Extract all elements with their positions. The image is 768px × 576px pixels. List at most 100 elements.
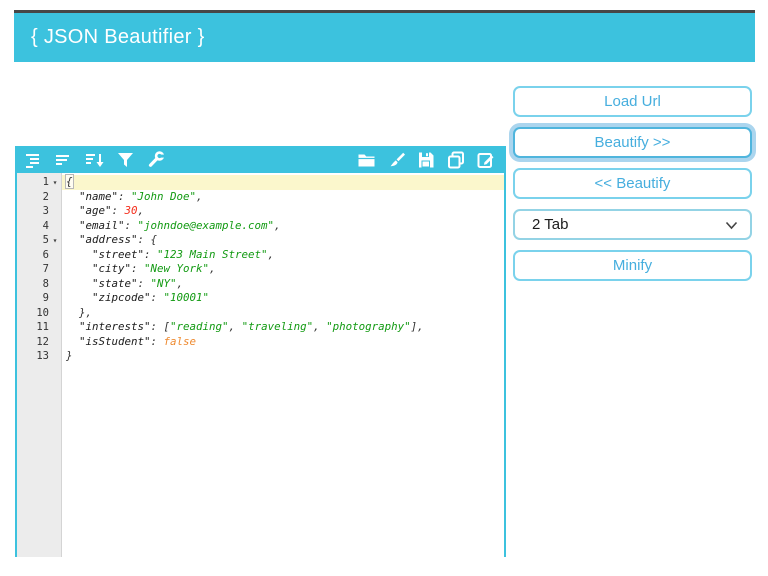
token-ws xyxy=(66,291,92,304)
line-number: 2 xyxy=(42,190,49,203)
line-number: 11 xyxy=(36,321,49,334)
code-line[interactable]: }, xyxy=(62,306,504,321)
token-punc: }, xyxy=(79,305,93,319)
token-key: "address" xyxy=(79,233,138,246)
load-url-button[interactable]: Load Url xyxy=(513,86,752,117)
token-str: "photography" xyxy=(326,320,411,333)
token-punc: : xyxy=(144,247,158,261)
token-ws xyxy=(66,248,92,261)
save-icon xyxy=(419,152,434,167)
code-line[interactable]: "interests": ["reading", "traveling", "p… xyxy=(62,320,504,335)
token-ws xyxy=(66,262,92,275)
token-bool: false xyxy=(163,334,197,348)
token-punc: , xyxy=(137,204,145,217)
line-number: 9 xyxy=(42,292,49,305)
token-ws xyxy=(66,335,79,348)
code-line[interactable]: "state": "NY", xyxy=(62,277,504,292)
format-indent-icon xyxy=(26,153,39,168)
token-punc: , xyxy=(228,320,242,333)
token-ws xyxy=(66,190,79,203)
line-number: 12 xyxy=(36,335,49,348)
save-button[interactable] xyxy=(416,151,436,169)
copy-button[interactable] xyxy=(446,151,466,169)
filter-button[interactable] xyxy=(115,151,135,169)
edit-button[interactable] xyxy=(476,151,496,169)
minify-button[interactable]: Minify xyxy=(513,250,752,281)
actions-panel: Load Url Beautify >> << Beautify 2 Tab M… xyxy=(513,86,752,281)
token-punc: { xyxy=(65,174,74,189)
token-punc: , xyxy=(176,276,184,290)
compact-icon xyxy=(56,154,69,165)
token-punc: } xyxy=(66,349,73,362)
token-punc: , xyxy=(209,262,216,275)
code-line[interactable]: "city": "New York", xyxy=(62,262,504,277)
token-str: "reading" xyxy=(170,320,229,333)
line-number: 4 xyxy=(42,219,49,232)
filter-icon xyxy=(117,152,133,167)
code-line[interactable]: } xyxy=(62,349,504,364)
token-key: "interests" xyxy=(79,320,151,333)
transform-button[interactable] xyxy=(145,150,165,169)
code-line[interactable]: "name": "John Doe", xyxy=(62,190,504,205)
fold-toggle-icon[interactable]: ▾ xyxy=(49,236,61,245)
line-number: 7 xyxy=(42,263,49,276)
code-line[interactable]: "address": { xyxy=(62,233,504,248)
token-key: "zipcode" xyxy=(92,291,151,304)
chevron-down-icon xyxy=(725,221,738,230)
token-punc: , xyxy=(313,320,327,333)
token-punc: : xyxy=(124,218,138,232)
code-line[interactable]: "email": "johndoe@example.com", xyxy=(62,219,504,234)
code-line[interactable]: { xyxy=(62,174,504,190)
token-str: "traveling" xyxy=(241,320,314,333)
token-str: "10001" xyxy=(163,291,210,304)
token-ws xyxy=(66,306,79,319)
editor-toolbar xyxy=(17,146,504,173)
token-str: "John Doe" xyxy=(131,189,197,203)
token-key: "city" xyxy=(92,262,132,275)
line-number: 8 xyxy=(42,277,49,290)
token-ws xyxy=(66,219,79,232)
compact-button[interactable] xyxy=(55,151,75,169)
token-key: "state" xyxy=(92,276,138,290)
token-punc: , xyxy=(196,189,203,203)
token-punc: : xyxy=(131,262,145,275)
token-ws xyxy=(66,233,79,246)
token-punc: : [ xyxy=(150,320,171,333)
indent-select-value: 2 Tab xyxy=(532,216,569,233)
editor-gutter: 1 ▾ 2 3 4 5 ▾ 6 7 8 9 10 11 12 13 xyxy=(17,173,62,557)
open-file-button[interactable] xyxy=(356,151,376,169)
code-line[interactable]: "age": 30, xyxy=(62,204,504,219)
line-number: 3 xyxy=(42,205,49,218)
token-punc: { xyxy=(150,233,158,246)
token-punc: : xyxy=(150,334,164,348)
indent-select[interactable]: 2 Tab xyxy=(513,209,752,240)
line-number: 6 xyxy=(42,248,49,261)
token-key: "street" xyxy=(92,247,145,261)
beautify-forward-button[interactable]: Beautify >> xyxy=(513,127,752,158)
editor-body: 1 ▾ 2 3 4 5 ▾ 6 7 8 9 10 11 12 13 { "name": "John Doe"… xyxy=(17,173,504,557)
token-str: "johndoe@example.com" xyxy=(137,218,275,232)
token-ws xyxy=(66,277,92,290)
token-num: 30 xyxy=(124,204,138,217)
sort-button[interactable] xyxy=(85,151,105,169)
token-punc: : xyxy=(137,276,151,290)
token-str: "New York" xyxy=(144,262,210,275)
line-number: 13 xyxy=(36,350,49,363)
editor-code[interactable]: { "name": "John Doe", "age": 30, "email"… xyxy=(62,173,504,557)
line-number[interactable]: 5 ▾ xyxy=(17,233,61,248)
wrench-icon xyxy=(148,150,165,167)
clear-button[interactable] xyxy=(386,151,406,169)
sort-icon xyxy=(85,153,103,167)
fold-toggle-icon[interactable]: ▾ xyxy=(49,178,61,187)
token-key: "email" xyxy=(79,218,125,232)
token-ws xyxy=(66,204,79,217)
line-number[interactable]: 1 ▾ xyxy=(17,175,61,190)
code-line[interactable]: "street": "123 Main Street", xyxy=(62,248,504,263)
code-line[interactable]: "isStudent": false xyxy=(62,335,504,350)
token-punc: : xyxy=(111,204,125,217)
json-editor-panel: 1 ▾ 2 3 4 5 ▾ 6 7 8 9 10 11 12 13 { "name": "John Doe"… xyxy=(15,146,506,557)
beautify-back-button[interactable]: << Beautify xyxy=(513,168,752,199)
code-line[interactable]: "zipcode": "10001" xyxy=(62,291,504,306)
format-button[interactable] xyxy=(25,151,45,169)
token-key: "name" xyxy=(79,189,119,203)
